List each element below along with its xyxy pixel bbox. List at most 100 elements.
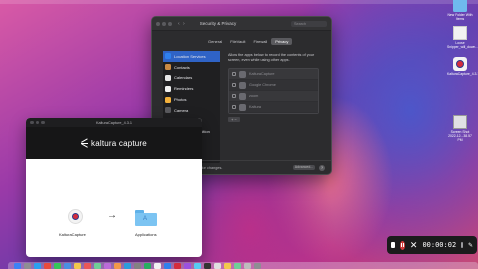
app-checkbox[interactable] (232, 94, 236, 98)
dock-item-podcasts[interactable] (104, 263, 111, 269)
screenshot-icon (453, 115, 467, 129)
help-button[interactable]: ? (319, 164, 325, 171)
app-checkbox[interactable] (232, 72, 236, 76)
privacy-item-reminders[interactable]: Reminders (163, 83, 220, 94)
draw-pen-button[interactable]: ✎ (468, 242, 473, 249)
security-titlebar: ‹ › Security & Privacy Search (152, 17, 331, 31)
dock-item-calendar[interactable] (84, 263, 91, 269)
dock-item-notes[interactable] (74, 263, 81, 269)
app-name: Kaltura (249, 105, 262, 109)
dock-item-finder[interactable] (14, 263, 21, 269)
app-icon (239, 70, 246, 78)
app-icon (239, 103, 246, 111)
dock-item-numbers[interactable] (144, 263, 151, 269)
privacy-item-label: Photos (174, 97, 187, 103)
folder-icon (453, 0, 467, 12)
cancel-recording-button[interactable]: ✕ (410, 240, 418, 250)
app-checkbox[interactable] (232, 105, 236, 109)
tab-firewall[interactable]: Firewall (250, 38, 272, 45)
dock-item-app[interactable] (194, 263, 201, 269)
zoom-window-button[interactable] (168, 21, 172, 26)
kaltura-disk-icon (453, 57, 467, 71)
applications-mark: A (143, 216, 148, 222)
applications-folder-icon[interactable]: A (135, 210, 157, 226)
dock-item-launchpad[interactable] (24, 263, 31, 269)
contacts-icon (165, 64, 171, 71)
dock-item-safari[interactable] (34, 263, 41, 269)
dock-item-textedit[interactable] (154, 263, 161, 269)
privacy-item-calendars[interactable]: Calendars (163, 73, 220, 84)
dock-item-appstore[interactable] (124, 263, 131, 269)
arrow-right-icon: → (107, 210, 117, 221)
window-title: KalturaCapture_4.3.1 (95, 120, 133, 125)
desktop-icon-label: New Folder With Items (447, 13, 473, 21)
kaltura-titlebar: KalturaCapture_4.3.1 (26, 118, 202, 127)
document-icon (453, 26, 467, 40)
desktop-icon-screenshot[interactable]: Screen Shot 2022-12...38.57 PM (447, 115, 473, 142)
privacy-item-contacts[interactable]: Contacts (163, 62, 220, 73)
recording-control-bar: ✕ 00:00:02 ✎ (387, 236, 477, 254)
desktop-icon-label: Screen Shot 2022-12...38.57 PM (448, 130, 472, 142)
dock-item-app[interactable] (234, 263, 241, 269)
privacy-item-camera[interactable]: Camera (163, 105, 220, 116)
desktop-icon-new-folder[interactable]: New Folder With Items (447, 0, 473, 21)
desktop-icon-file[interactable]: Loose Snipper_will_down... (447, 26, 478, 49)
app-name: Google Chrome (249, 83, 276, 87)
pause-button[interactable] (399, 240, 405, 250)
app-icon (239, 81, 246, 89)
tab-general[interactable]: General (204, 38, 226, 45)
dock-item-kaltura[interactable] (174, 263, 181, 269)
screen-recording-app-list: KalturaCapture Google Chrome zoom Kaltur… (228, 68, 319, 114)
app-checkbox[interactable] (232, 83, 236, 87)
camera-icon (165, 107, 171, 114)
window-controls (156, 21, 172, 26)
kaltura-banner: kaltura capture (26, 127, 202, 159)
dock (8, 262, 478, 269)
kaltura-brand-text: kaltura capture (91, 138, 147, 148)
close-window-button[interactable] (156, 21, 160, 26)
tab-privacy[interactable]: Privacy (271, 38, 293, 45)
search-field[interactable]: Search (291, 20, 327, 27)
privacy-item-location-services[interactable]: Location Services (163, 51, 220, 62)
desktop-icon-label: Loose Snipper_will_down... (447, 41, 478, 49)
app-row[interactable]: Kaltura (229, 102, 318, 113)
kaltura-installer-window: KalturaCapture_4.3.1 kaltura capture Kal… (26, 118, 202, 257)
dock-item-downloads[interactable] (244, 263, 251, 269)
privacy-item-label: Contacts (174, 64, 190, 70)
dock-item-app[interactable] (224, 263, 231, 269)
advanced-button[interactable]: Advanced... (293, 165, 315, 170)
dock-item-trash[interactable] (254, 263, 261, 269)
dock-item-maps[interactable] (94, 263, 101, 269)
add-remove-app-buttons[interactable]: + − (228, 117, 240, 122)
app-row[interactable]: Google Chrome (229, 80, 318, 91)
dock-item-mail[interactable] (64, 263, 71, 269)
app-name: zoom (249, 94, 259, 98)
dock-item-app[interactable] (184, 263, 191, 269)
photos-icon (165, 96, 171, 103)
app-icon (239, 92, 246, 100)
dock-item-preview[interactable] (214, 263, 221, 269)
dock-item-settings[interactable] (134, 263, 141, 269)
back-forward-icon[interactable]: ‹ › (178, 21, 186, 27)
dock-item-books[interactable] (114, 263, 121, 269)
dock-item-messages[interactable] (54, 263, 61, 269)
privacy-description: Allow the apps below to record the conte… (228, 53, 315, 62)
tab-filevault[interactable]: FileVault (226, 38, 249, 45)
minimize-window-button[interactable] (162, 21, 166, 26)
installer-body: KalturaCapture → A Applications (26, 159, 202, 257)
desktop-icon-kaltura-dmg[interactable]: KalturaCapture_4.3.1 (447, 57, 478, 76)
dock-item-terminal[interactable] (204, 263, 211, 269)
app-name: KalturaCapture (249, 72, 275, 76)
stop-button[interactable] (391, 242, 395, 248)
app-row[interactable]: KalturaCapture (229, 69, 318, 80)
calendar-icon (165, 74, 171, 81)
dock-item-zoom[interactable] (164, 263, 171, 269)
privacy-item-photos[interactable]: Photos (163, 94, 220, 105)
desktop-icon-label: KalturaCapture_4.3.1 (447, 72, 478, 76)
folder-label: Applications (135, 232, 157, 237)
app-row[interactable]: zoom (229, 91, 318, 102)
recording-timer: 00:00:02 (422, 241, 457, 249)
app-label: KalturaCapture (59, 232, 86, 237)
dock-item-chrome[interactable] (44, 263, 51, 269)
kaltura-app-icon[interactable] (68, 209, 83, 224)
